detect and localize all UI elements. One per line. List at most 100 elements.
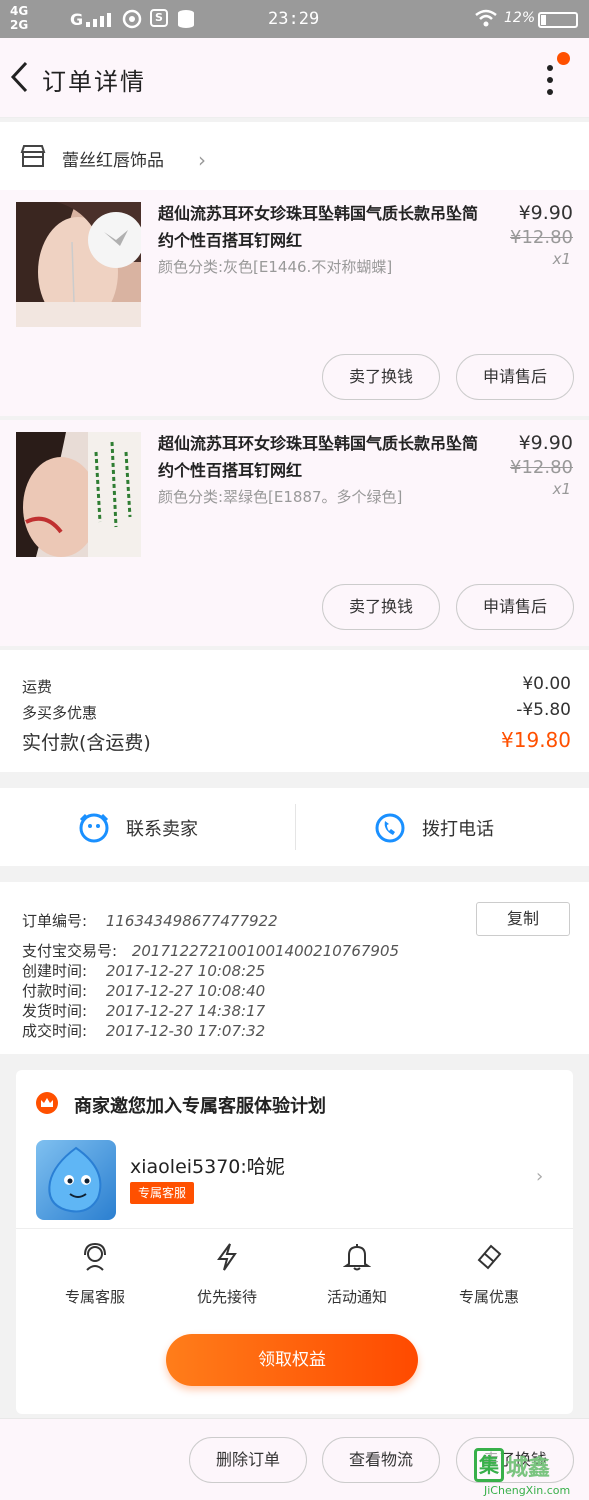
shop-row[interactable]: 蕾丝红唇饰品 › <box>0 122 589 190</box>
completed-value: 2017-12-30 17:07:32 <box>105 1022 266 1040</box>
feature-label: 专属优惠 <box>458 1288 519 1306</box>
bell-icon <box>343 1244 371 1271</box>
watermark-url: JiChengXin.com <box>484 1484 571 1497</box>
battery-percent: 12% <box>504 10 536 26</box>
discount-value: -¥5.80 <box>516 700 571 720</box>
product-quantity: x1 <box>552 480 571 498</box>
coupon-icon <box>477 1244 502 1270</box>
product-original-price: ¥12.80 <box>510 227 573 248</box>
alipay-row: 支付宝交易号: 2017122721001001400210767905 <box>22 940 399 961</box>
product-image[interactable] <box>16 432 141 557</box>
clock: 23:29 <box>268 9 320 29</box>
chevron-right-icon[interactable]: › <box>536 1166 543 1187</box>
network-indicator: 4G 2G <box>10 4 28 32</box>
store-icon <box>20 145 46 167</box>
network-g-label: G <box>70 10 84 29</box>
app-notification-icon <box>122 9 142 29</box>
apply-aftersale-button[interactable]: 申请售后 <box>456 584 574 630</box>
sell-exchange-button[interactable]: 卖了换钱 <box>322 354 440 400</box>
product-sku: 颜色分类:翠绿色[E1887。多个绿色] <box>158 488 403 506</box>
database-icon <box>178 10 194 28</box>
contact-seller-button[interactable]: 联系卖家 <box>0 788 294 866</box>
order-item: 超仙流苏耳环女珍珠耳坠韩国气质长款吊坠简约个性百搭耳钉网红 颜色分类:灰色[E1… <box>0 190 589 416</box>
delete-order-button[interactable]: 删除订单 <box>189 1437 307 1483</box>
divider <box>16 1228 573 1229</box>
signal-icon <box>86 13 111 27</box>
alipay-label: 支付宝交易号: <box>22 942 118 960</box>
exclusive-service-card: 商家邀您加入专属客服体验计划 xiaolei5370:哈妮 专属客服 › 专属客… <box>16 1070 573 1414</box>
page-title: 订单详情 <box>42 68 146 96</box>
call-phone-button[interactable]: 拨打电话 <box>296 788 589 866</box>
shop-name: 蕾丝红唇饰品 <box>62 151 164 171</box>
paid-time-label: 付款时间: <box>22 982 88 1000</box>
apply-aftersale-button[interactable]: 申请售后 <box>456 354 574 400</box>
battery-icon <box>538 12 578 28</box>
product-title[interactable]: 超仙流苏耳环女珍珠耳坠韩国气质长款吊坠简约个性百搭耳钉网红 <box>158 200 478 254</box>
notification-dot <box>557 52 570 65</box>
site-watermark: 集 城鑫 JiChengXin.com <box>474 1448 586 1498</box>
order-item: 超仙流苏耳环女珍珠耳坠韩国气质长款吊坠简约个性百搭耳钉网红 颜色分类:翠绿色[E… <box>0 420 589 646</box>
completed-row: 成交时间: 2017-12-30 17:07:32 <box>22 1020 265 1041</box>
wifi-icon <box>474 8 498 32</box>
feature-exclusive-service[interactable]: 专属客服 <box>30 1242 160 1312</box>
feature-label: 专属客服 <box>64 1288 125 1306</box>
discount-label: 多买多优惠 <box>22 704 98 722</box>
s-app-icon: S <box>150 9 168 27</box>
promo-title: 商家邀您加入专属客服体验计划 <box>74 1096 326 1117</box>
created-row: 创建时间: 2017-12-27 10:08:25 <box>22 960 265 981</box>
contact-bar: 联系卖家 拨打电话 <box>0 788 589 866</box>
price-summary: 运费 ¥0.00 多买多优惠 -¥5.80 实付款(含运费) ¥19.80 <box>0 650 589 772</box>
watermark-logo: 集 <box>474 1448 504 1482</box>
shipped-label: 发货时间: <box>22 1002 88 1020</box>
network-4g-label: 4G <box>10 4 29 18</box>
feature-label: 活动通知 <box>326 1288 387 1306</box>
copy-button[interactable]: 复制 <box>476 902 570 936</box>
phone-icon <box>375 813 405 843</box>
feature-activity-notice[interactable]: 活动通知 <box>292 1242 422 1312</box>
status-bar: 4G 2G G S 23:29 12% <box>0 0 589 38</box>
chevron-right-icon: › <box>198 148 206 172</box>
alipay-value: 2017122721001001400210767905 <box>131 942 400 960</box>
back-icon[interactable] <box>8 60 32 94</box>
view-logistics-button[interactable]: 查看物流 <box>322 1437 440 1483</box>
completed-label: 成交时间: <box>22 1022 88 1040</box>
shipping-value: ¥0.00 <box>522 674 571 694</box>
product-title[interactable]: 超仙流苏耳环女珍珠耳坠韩国气质长款吊坠简约个性百搭耳钉网红 <box>158 430 478 484</box>
service-name: xiaolei5370:哈妮 <box>130 1156 285 1178</box>
contact-seller-label: 联系卖家 <box>126 819 198 840</box>
feature-label: 优先接待 <box>196 1288 257 1306</box>
paid-label: 实付款(含运费) <box>22 732 151 754</box>
crown-icon <box>36 1092 58 1114</box>
paid-time-value: 2017-12-27 10:08:40 <box>105 982 266 1000</box>
chat-face-icon <box>79 813 109 843</box>
shipped-row: 发货时间: 2017-12-27 14:38:17 <box>22 1000 265 1021</box>
paid-time-row: 付款时间: 2017-12-27 10:08:40 <box>22 980 265 1001</box>
watermark-text: 城鑫 <box>506 1456 551 1481</box>
page-header: 订单详情 <box>0 38 589 118</box>
created-label: 创建时间: <box>22 962 88 980</box>
sell-exchange-button[interactable]: 卖了换钱 <box>322 584 440 630</box>
product-quantity: x1 <box>552 250 571 268</box>
order-number-value: 116343498677477922 <box>105 912 278 930</box>
product-price: ¥9.90 <box>518 432 573 454</box>
lightning-icon <box>217 1243 237 1271</box>
order-number-row: 订单编号: 116343498677477922 <box>22 910 278 931</box>
feature-priority-reception[interactable]: 优先接待 <box>162 1242 292 1312</box>
order-info: 订单编号: 116343498677477922 复制 支付宝交易号: 2017… <box>0 882 589 1054</box>
product-sku: 颜色分类:灰色[E1446.不对称蝴蝶] <box>158 258 393 276</box>
shipped-value: 2017-12-27 14:38:17 <box>105 1002 266 1020</box>
created-value: 2017-12-27 10:08:25 <box>105 962 266 980</box>
service-tag: 专属客服 <box>130 1182 195 1204</box>
product-image[interactable] <box>16 202 141 327</box>
network-2g-label: 2G <box>10 18 29 32</box>
shipping-label: 运费 <box>22 678 53 696</box>
service-avatar[interactable] <box>36 1140 116 1220</box>
order-number-label: 订单编号: <box>22 912 88 930</box>
call-phone-label: 拨打电话 <box>422 819 494 840</box>
more-options-icon[interactable] <box>540 62 560 98</box>
feature-exclusive-discount[interactable]: 专属优惠 <box>424 1242 554 1312</box>
headset-icon <box>84 1242 106 1271</box>
product-price: ¥9.90 <box>518 202 573 224</box>
claim-benefits-button[interactable]: 领取权益 <box>166 1334 418 1386</box>
product-original-price: ¥12.80 <box>510 457 573 478</box>
